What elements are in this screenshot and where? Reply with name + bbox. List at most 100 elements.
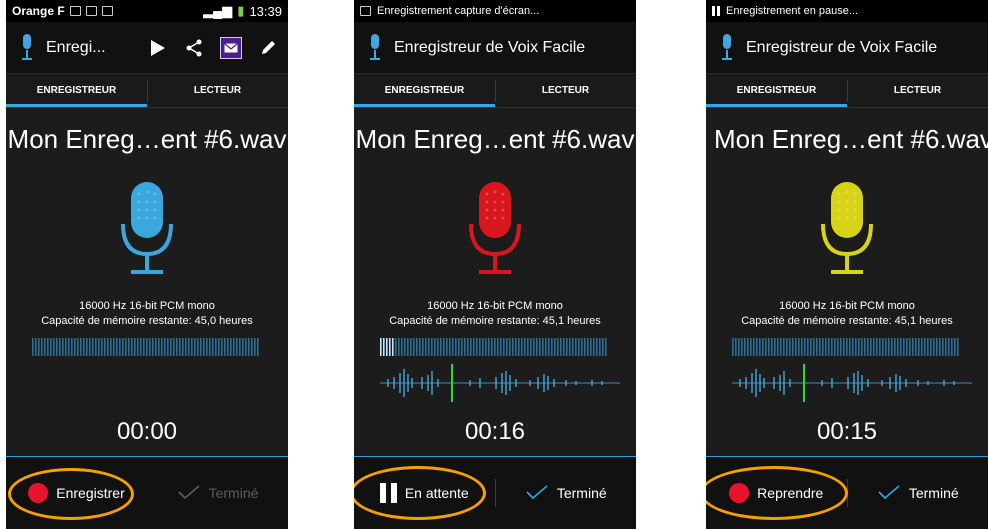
done-button-label: Terminé [208,485,259,501]
level-meter-tick [65,338,67,356]
level-meter-tick [449,338,451,356]
level-meter-tick [200,338,202,356]
level-meter-tick [392,338,394,356]
app-mic-icon[interactable] [720,33,734,62]
level-meter-tick [56,338,58,356]
level-meter-tick [593,338,595,356]
level-meter-tick [68,338,70,356]
level-meter-tick [563,338,565,356]
level-meter-tick [404,338,406,356]
level-meter-tick [491,338,493,356]
level-meter-tick [894,338,896,356]
tab-player[interactable]: LECTEUR [847,74,988,107]
level-meter-tick [194,338,196,356]
share-icon[interactable] [184,38,204,58]
level-meter-tick [179,338,181,356]
level-meter-tick [774,338,776,356]
level-meter-tick [518,338,520,356]
pause-button[interactable]: En attente [354,457,495,529]
level-meter-tick [482,338,484,356]
tab-recorder[interactable]: ENREGISTREUR [706,74,847,107]
level-meter-tick [383,338,385,356]
level-meter-tick [461,338,463,356]
level-meter-tick [440,338,442,356]
level-meter-tick [398,338,400,356]
level-meter-tick [473,338,475,356]
level-meter-tick [849,338,851,356]
memory-remaining: Capacité de mémoire restante: 45,1 heure… [389,315,601,327]
tab-player[interactable]: LECTEUR [495,74,636,107]
microphone-icon [465,180,525,280]
level-meter-tick [131,338,133,356]
level-meter-tick [452,338,454,356]
level-meter-tick [921,338,923,356]
level-meter-tick [542,338,544,356]
level-meter-tick [879,338,881,356]
level-meter-tick [212,338,214,356]
level-meter-tick [233,338,235,356]
waveform [380,364,620,402]
level-meter-tick [864,338,866,356]
recording-info: 16000 Hz 16-bit PCM mono Capacité de mém… [706,299,988,329]
level-meter-tick [71,338,73,356]
level-meter-tick [140,338,142,356]
app-title: Enregistreur de Voix Facile [394,38,586,56]
level-meter-tick [560,338,562,356]
screen-capture-icon [360,6,371,16]
status-bar: Enregistrement en pause... [706,0,988,22]
app-mic-icon[interactable] [20,33,34,62]
elapsed-time: 00:15 [816,418,878,445]
record-dot-icon [28,483,49,503]
level-meter-tick [119,338,121,356]
level-meter-tick [413,338,415,356]
level-meter-tick [765,338,767,356]
done-button[interactable]: Terminé [496,457,637,529]
level-meter-tick [209,338,211,356]
play-icon[interactable] [148,38,168,58]
level-meter-tick [939,338,941,356]
tab-bar: ENREGISTREUR LECTEUR [706,74,988,108]
elapsed-time: 00:00 [116,418,178,445]
tab-divider [147,80,148,102]
record-button[interactable]: Enregistrer [6,457,147,529]
edit-pencil-icon[interactable] [258,38,278,58]
yahoo-mail-icon[interactable] [220,36,242,59]
recording-filename[interactable]: Mon Enreg…ent #6.wav [706,124,988,155]
status-bar: Enregistrement capture d'écran... [354,0,636,22]
level-meter-tick [164,338,166,356]
level-meter-tick [762,338,764,356]
level-meter-tick [807,338,809,356]
recording-filename[interactable]: Mon Enreg…ent #6.wav [6,124,288,155]
level-meter-tick [167,338,169,356]
level-meter-tick [146,338,148,356]
done-button[interactable]: Terminé [848,457,988,529]
recording-info: 16000 Hz 16-bit PCM mono Capacité de mém… [354,299,636,329]
level-meter-tick [870,338,872,356]
resume-button[interactable]: Reprendre [706,457,847,529]
level-meter-tick [578,338,580,356]
tab-player[interactable]: LECTEUR [147,74,288,107]
level-meter-tick [521,338,523,356]
screen-recorder-paused: Enregistrement en pause... Enregistreur … [706,0,988,529]
level-meter-tick [254,338,256,356]
done-button-label: Terminé [556,485,607,501]
level-meter-tick [134,338,136,356]
level-meter-tick [566,338,568,356]
done-button[interactable]: Terminé [147,457,288,529]
app-mic-icon[interactable] [368,33,382,62]
level-meter-tick [888,338,890,356]
memory-remaining: Capacité de mémoire restante: 45,1 heure… [741,315,953,327]
action-bar: Enregistreur de Voix Facile [354,22,636,74]
status-notification: Enregistrement en pause... [726,5,859,17]
checkmark-icon [525,484,549,503]
recording-info: 16000 Hz 16-bit PCM mono Capacité de mém… [6,299,288,329]
audio-format: 16000 Hz 16-bit PCM mono [779,300,915,312]
level-meter-tick [104,338,106,356]
tab-recorder[interactable]: ENREGISTREUR [6,74,147,107]
app-title: Enregi... [46,38,106,56]
recording-filename[interactable]: Mon Enreg…ent #6.wav [354,124,636,155]
level-meter-tick [47,338,49,356]
level-meter-tick [855,338,857,356]
tab-recorder[interactable]: ENREGISTREUR [354,74,495,107]
level-meter-tick [425,338,427,356]
